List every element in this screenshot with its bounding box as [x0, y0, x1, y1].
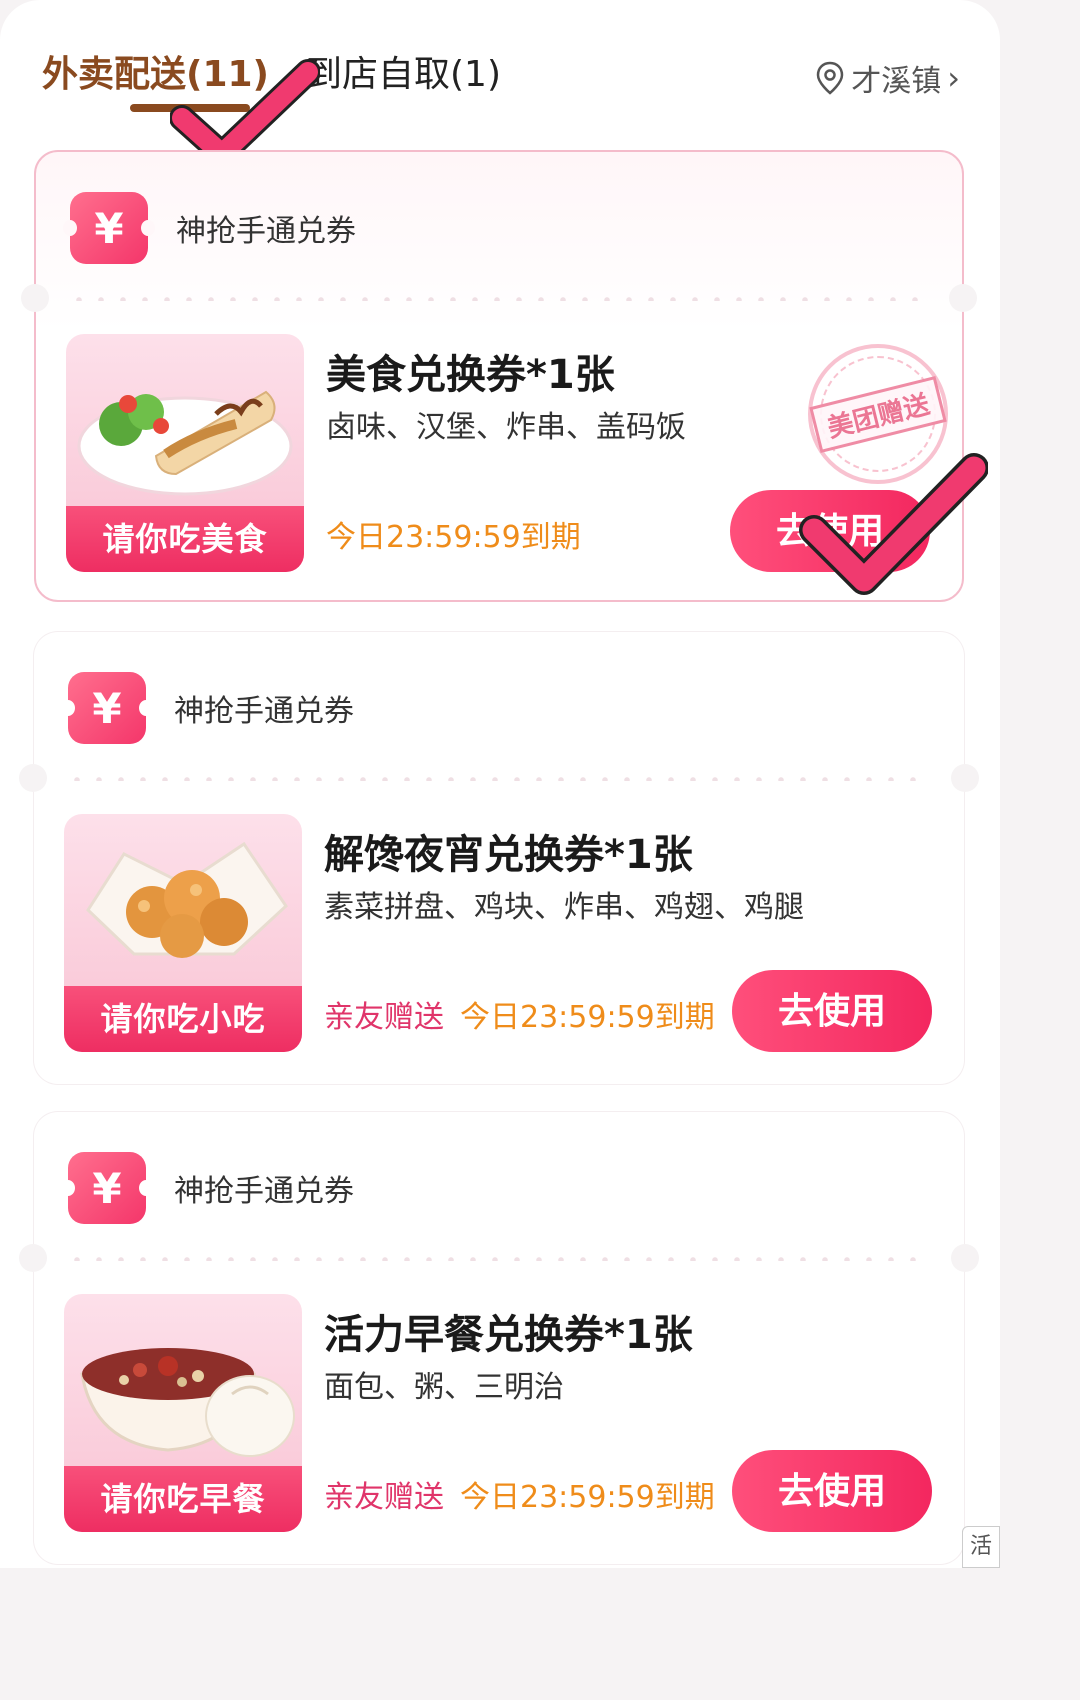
- coupon-description: 素菜拼盘、鸡块、炸串、鸡翅、鸡腿: [324, 890, 804, 925]
- use-coupon-button[interactable]: 去使用: [732, 1450, 932, 1532]
- wrap-food-image: [77, 390, 293, 496]
- expiry-text: 今日23:59:59到期: [460, 1480, 715, 1515]
- coupon-title: 解馋夜宵兑换券*1张: [324, 832, 693, 878]
- thumbnail-label: 请你吃小吃: [64, 986, 302, 1052]
- stamp-text: 美团赠送: [809, 375, 947, 453]
- coupon-meta: 亲友赠送 今日23:59:59到期: [324, 992, 715, 1036]
- ticket-notch-right: [951, 1244, 979, 1272]
- porridge-bun-image: [80, 1348, 295, 1457]
- ticket-notch-left: [19, 764, 47, 792]
- location-name: 才溪镇: [851, 64, 942, 99]
- chevron-right-icon: ›: [947, 59, 960, 97]
- coupon-description: 面包、粥、三明治: [324, 1370, 564, 1405]
- perforation-divider: [66, 1257, 932, 1261]
- coupon-card: ¥ 神抢手通兑券 请你吃早餐 活力早餐兑换券*1张 面包、粥、三明治 亲友赠送 …: [19, 1112, 979, 1564]
- thumbnail-label: 请你吃美食: [66, 506, 304, 572]
- gift-source-text: 亲友赠送: [324, 1000, 444, 1035]
- ticket-notch-right: [951, 764, 979, 792]
- perforation-divider: [66, 777, 932, 781]
- location-selector[interactable]: 才溪镇 ›: [815, 56, 960, 100]
- coupon-meta: 亲友赠送 今日23:59:59到期: [324, 1472, 715, 1516]
- ticket-notch-left: [19, 1244, 47, 1272]
- gift-stamp: 美团赠送: [808, 344, 948, 484]
- coupon-card: ¥ 神抢手通兑券 请你吃小吃 解馋夜宵兑换券*1张 素菜拼盘、鸡块、炸串、鸡翅、…: [19, 632, 979, 1084]
- coupon-screen: 外卖配送(11) 到店自取(1) 才溪镇 › ¥ 神抢手通兑券 请你吃美食 美食…: [0, 0, 1000, 1568]
- perforation-divider: [68, 297, 930, 301]
- coupon-brand-name: 神抢手通兑券: [174, 1174, 354, 1209]
- tab-delivery[interactable]: 外卖配送(11): [42, 50, 269, 100]
- coupon-brand-name: 神抢手通兑券: [176, 214, 356, 249]
- coupon-thumbnail: 请你吃美食: [66, 334, 304, 572]
- gift-source-text: 亲友赠送: [324, 1480, 444, 1515]
- coupon-yen-icon: ¥: [63, 192, 155, 264]
- location-pin-icon: [816, 61, 844, 95]
- coupon-title: 美食兑换券*1张: [326, 352, 615, 398]
- expiry-text: 今日23:59:59到期: [460, 1000, 715, 1035]
- expiry-text: 今日23:59:59到期: [326, 520, 581, 555]
- thumbnail-label: 请你吃早餐: [64, 1466, 302, 1532]
- coupon-card: ¥ 神抢手通兑券 请你吃美食 美食兑换券*1张 卤味、汉堡、炸串、盖码饭 今日2…: [21, 150, 977, 602]
- coupon-brand-name: 神抢手通兑券: [174, 694, 354, 729]
- fried-chicken-image: [86, 841, 288, 958]
- coupon-title: 活力早餐兑换券*1张: [324, 1312, 693, 1358]
- coupon-yen-icon: ¥: [61, 672, 153, 744]
- floating-activity-tab[interactable]: 活: [962, 1526, 1000, 1568]
- ticket-notch-left: [21, 284, 49, 312]
- coupon-yen-icon: ¥: [61, 1152, 153, 1224]
- active-tab-indicator: [130, 104, 250, 112]
- coupon-meta: 今日23:59:59到期: [326, 512, 581, 556]
- use-coupon-button[interactable]: 去使用: [730, 490, 930, 572]
- tab-pickup[interactable]: 到店自取(1): [306, 50, 501, 100]
- tab-bar: 外卖配送(11) 到店自取(1) 才溪镇 ›: [42, 50, 960, 112]
- coupon-thumbnail: 请你吃小吃: [64, 814, 302, 1052]
- ticket-notch-right: [949, 284, 977, 312]
- use-coupon-button[interactable]: 去使用: [732, 970, 932, 1052]
- coupon-description: 卤味、汉堡、炸串、盖码饭: [326, 410, 686, 445]
- coupon-thumbnail: 请你吃早餐: [64, 1294, 302, 1532]
